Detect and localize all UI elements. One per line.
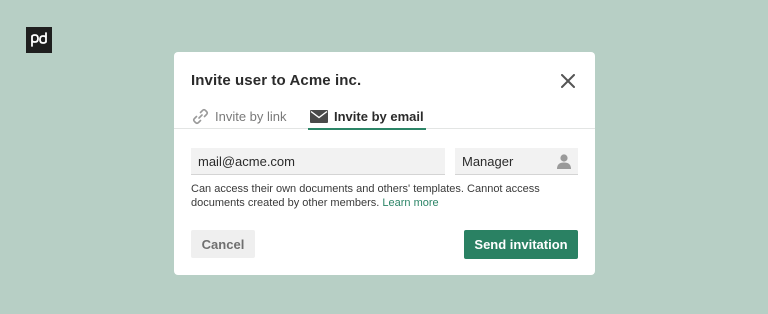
learn-more-link[interactable]: Learn more (382, 197, 438, 209)
tab-label: Invite by link (215, 109, 287, 124)
cancel-button[interactable]: Cancel (191, 230, 255, 258)
role-description-text: Can access their own documents and other… (191, 183, 540, 209)
envelope-icon (310, 110, 328, 123)
email-field[interactable] (191, 148, 445, 175)
invite-tabs: Invite by link Invite by email (174, 104, 595, 130)
invite-user-modal: Invite user to Acme inc. Invite by link … (174, 52, 595, 275)
person-icon (557, 153, 571, 169)
tab-label: Invite by email (334, 109, 424, 124)
tab-invite-by-link[interactable]: Invite by link (192, 104, 287, 129)
role-select[interactable]: Manager (455, 148, 578, 175)
role-description: Can access their own documents and other… (191, 182, 581, 210)
link-icon (192, 108, 209, 125)
role-select-value: Manager (462, 153, 514, 169)
close-button[interactable] (558, 71, 578, 91)
send-invitation-button[interactable]: Send invitation (464, 230, 578, 259)
close-icon (561, 74, 575, 88)
pandadoc-logo-icon (26, 27, 52, 53)
modal-title: Invite user to Acme inc. (191, 72, 362, 89)
tab-invite-by-email[interactable]: Invite by email (308, 104, 426, 130)
